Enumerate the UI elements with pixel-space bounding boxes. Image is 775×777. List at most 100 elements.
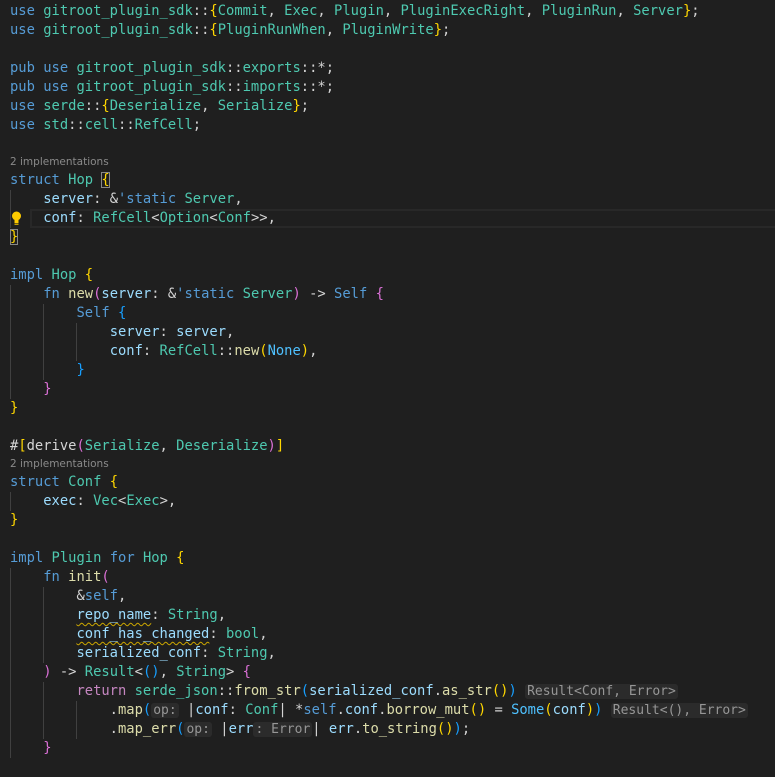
code-token: map (117, 702, 143, 718)
code-line[interactable]: server: server, (0, 323, 775, 342)
code-token: { (118, 305, 127, 321)
codelens-link[interactable]: 2 implementations (10, 458, 109, 470)
code-token: Conf (217, 210, 251, 226)
code-line[interactable]: struct Hop { (0, 171, 775, 190)
code-line[interactable]: struct Conf { (0, 473, 775, 492)
code-line[interactable]: use serde::{Deserialize, Serialize}; (0, 97, 775, 116)
codelens-implementations[interactable]: 2 implementations (0, 154, 775, 171)
code-line[interactable] (0, 40, 775, 59)
code-token: { (101, 172, 110, 188)
code-token: repo_name (76, 607, 152, 623)
code-token: < (209, 210, 218, 226)
indent-guide (10, 380, 11, 399)
code-line[interactable]: serialized_conf: String, (0, 644, 775, 663)
code-line[interactable] (0, 530, 775, 549)
code-editor[interactable]: use gitroot_plugin_sdk::{Commit, Exec, P… (0, 2, 775, 777)
code-token: } (433, 22, 442, 38)
code-line[interactable]: return serde_json::from_str(serialized_c… (0, 682, 775, 701)
code-line[interactable]: use gitroot_plugin_sdk::{PluginRunWhen, … (0, 21, 775, 40)
code-line[interactable]: conf: RefCell::new(None), (0, 342, 775, 361)
code-line[interactable]: Self { (0, 304, 775, 323)
codelens-implementations[interactable]: 2 implementations (0, 456, 775, 473)
code-token: , (259, 626, 268, 642)
code-token: } (43, 740, 52, 756)
code-line[interactable]: } (0, 739, 775, 758)
code-line[interactable]: } (0, 511, 775, 530)
code-line[interactable]: fn init( (0, 568, 775, 587)
indent-guide (10, 682, 11, 701)
code-line[interactable]: &self, (0, 587, 775, 606)
indent-guide (43, 644, 45, 663)
code-token: ::*; (300, 60, 335, 76)
code-line[interactable]: #[derive(Serialize, Deserialize)] (0, 437, 775, 456)
lightbulb-icon[interactable] (11, 210, 22, 227)
code-token: ) (292, 286, 301, 302)
code-token: < (151, 210, 160, 226)
code-line[interactable]: pub use gitroot_plugin_sdk::exports::*; (0, 59, 775, 78)
code-token: & (76, 588, 85, 604)
code-token: ( (544, 702, 553, 718)
code-line[interactable]: exec: Vec<Exec>, (0, 492, 775, 511)
indent-guide (43, 342, 45, 361)
code-token: ::*; (300, 79, 335, 95)
code-token: serde (43, 98, 85, 114)
code-token: : & (93, 191, 118, 207)
code-token: ; (192, 117, 202, 133)
indent-guide (43, 720, 45, 739)
code-token: . (10, 702, 118, 718)
code-token: ( (300, 683, 310, 699)
code-token: server (176, 324, 226, 340)
code-token: struct (10, 474, 60, 490)
code-line[interactable]: fn new(server: &'static Server) -> Self … (0, 285, 775, 304)
code-token: , (234, 191, 243, 207)
code-token: gitroot_plugin_sdk (76, 79, 226, 95)
indent-guide (76, 342, 78, 361)
codelens-link[interactable]: 2 implementations (10, 156, 109, 168)
code-line[interactable]: } (0, 361, 775, 380)
code-token: use (10, 98, 35, 114)
code-line[interactable]: impl Plugin for Hop { (0, 549, 775, 568)
code-line[interactable]: impl Hop { (0, 266, 775, 285)
code-token: { (84, 267, 94, 283)
inlay-hint: : Error (253, 722, 313, 737)
code-token: < (134, 664, 143, 680)
code-line[interactable]: use std::cell::RefCell; (0, 116, 775, 135)
code-token: Hop (142, 550, 168, 566)
code-line[interactable]: server: &'static Server, (0, 190, 775, 209)
code-token: , (159, 438, 177, 454)
code-token: Self (76, 305, 110, 321)
code-token: , (616, 3, 634, 19)
code-line[interactable]: conf: RefCell<Option<Conf>>, (0, 209, 775, 228)
code-token: exports (242, 60, 301, 76)
code-line[interactable] (0, 418, 775, 437)
code-line[interactable] (0, 135, 775, 154)
code-token: serialized_conf (309, 683, 434, 699)
code-line[interactable]: .map_err(op: |err: Error | err.to_string(… (0, 720, 775, 739)
code-line[interactable]: } (0, 228, 775, 247)
code-token: RefCell (159, 343, 218, 359)
code-token: | (312, 721, 329, 737)
code-line[interactable]: ) -> Result<(), String> { (0, 663, 775, 682)
code-token: Server (242, 286, 293, 302)
code-token: . (336, 702, 345, 718)
code-token: ) (151, 664, 160, 680)
code-token: ( (76, 438, 85, 454)
code-line[interactable]: .map(op: |conf: Conf| *self.conf.borrow_… (0, 701, 775, 720)
code-line[interactable]: repo_name: String, (0, 606, 775, 625)
code-line[interactable]: pub use gitroot_plugin_sdk::imports::*; (0, 78, 775, 97)
code-line[interactable]: use gitroot_plugin_sdk::{Commit, Exec, P… (0, 2, 775, 21)
code-line[interactable] (0, 247, 775, 266)
indent-guide (43, 304, 45, 323)
code-token: exec (43, 493, 77, 509)
code-line[interactable]: } (0, 399, 775, 418)
code-line[interactable]: conf_has_changed: bool, (0, 625, 775, 644)
indent-guide (10, 739, 11, 758)
code-line[interactable]: } (0, 380, 775, 399)
code-token: None (267, 343, 301, 359)
code-token: as_str (442, 683, 492, 699)
code-token: RefCell (93, 210, 152, 226)
